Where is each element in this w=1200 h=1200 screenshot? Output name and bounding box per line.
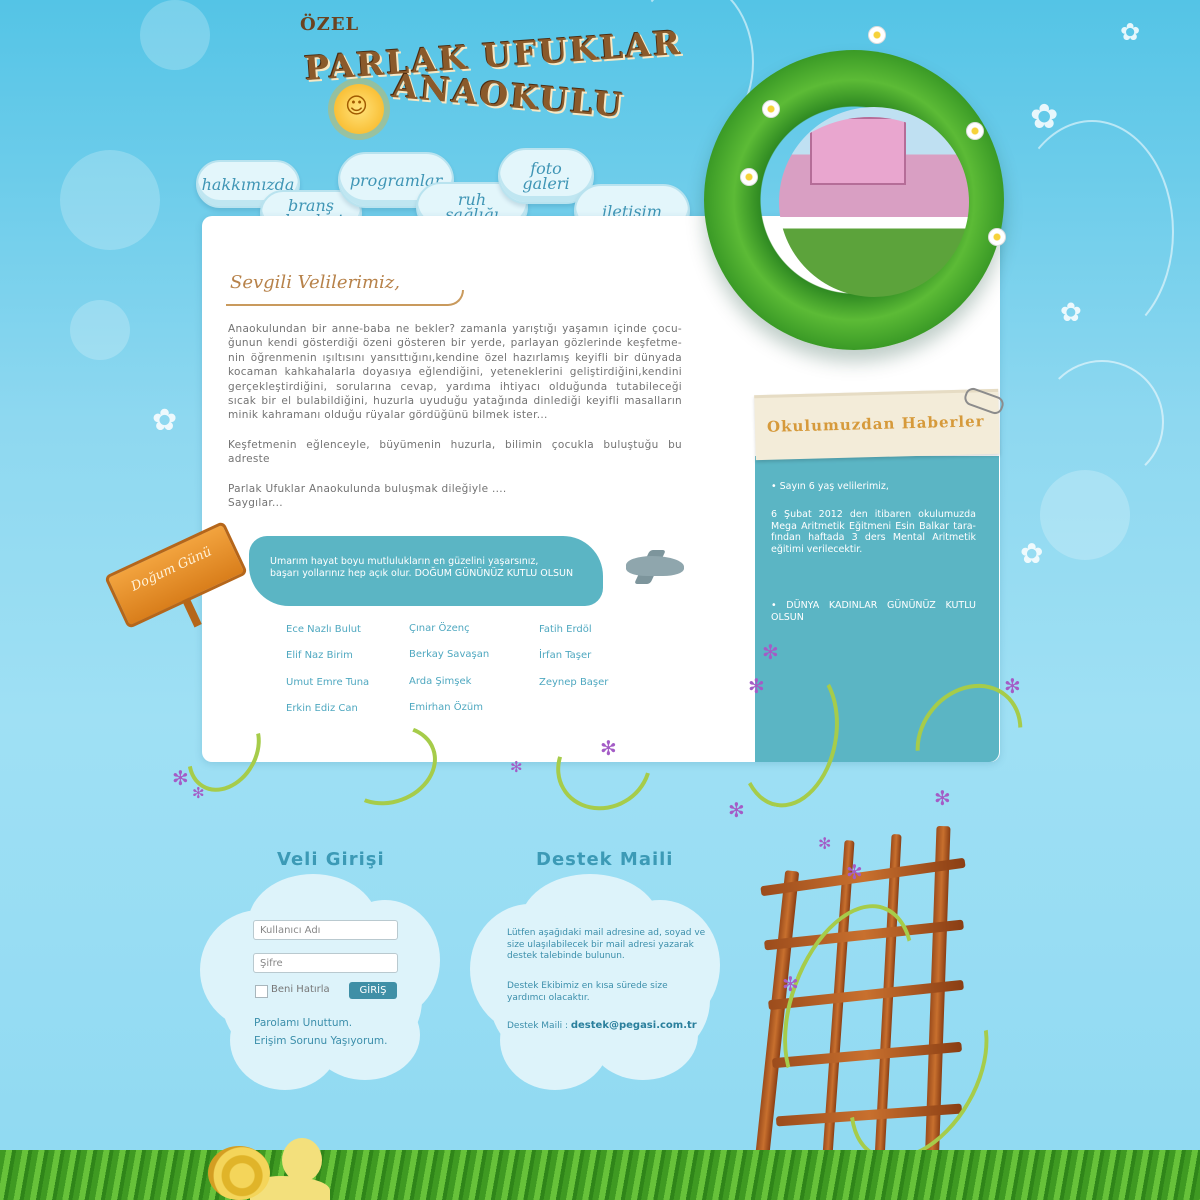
snail-head-icon bbox=[282, 1138, 322, 1182]
logo-prefix: ÖZEL bbox=[300, 14, 360, 35]
purple-flower-icon: ✻ bbox=[818, 834, 832, 853]
swirl-decoration bbox=[1040, 360, 1164, 484]
daisy-icon bbox=[868, 26, 886, 44]
airplane-icon bbox=[626, 556, 684, 576]
grass-decoration bbox=[0, 1150, 1200, 1200]
username-field[interactable]: Kullanıcı Adı bbox=[253, 920, 398, 940]
support-title: Destek Maili bbox=[536, 849, 674, 870]
news-item[interactable]: • DÜNYA KADINLAR GÜNÜNÜZ KUTLU OLSUN bbox=[771, 600, 976, 623]
welcome-paragraph: Saygılar... bbox=[228, 497, 283, 509]
flower-decoration: ✿ bbox=[1060, 298, 1082, 328]
bubble-decoration bbox=[70, 300, 130, 360]
welcome-paragraph: Keşfetmenin eğlenceyle, büyümenin huzurl… bbox=[228, 439, 682, 466]
daisy-icon bbox=[966, 122, 984, 140]
birthday-name[interactable]: Erkin Ediz Can bbox=[286, 703, 358, 714]
daisy-icon bbox=[762, 100, 780, 118]
purple-flower-icon: ✻ bbox=[510, 758, 523, 776]
title-underline bbox=[226, 290, 464, 306]
access-problem-link[interactable]: Erişim Sorunu Yaşıyorum. bbox=[254, 1035, 388, 1047]
support-mail-label: Destek Maili : bbox=[507, 1021, 568, 1031]
login-title: Veli Girişi bbox=[277, 849, 385, 870]
purple-flower-icon: ✻ bbox=[192, 784, 205, 802]
birthday-name[interactable]: Berkay Savaşan bbox=[409, 649, 489, 660]
purple-flower-icon: ✻ bbox=[748, 674, 765, 698]
flower-decoration: ✿ bbox=[1120, 18, 1141, 46]
birthday-name[interactable]: İrfan Taşer bbox=[539, 650, 591, 661]
purple-flower-icon: ✻ bbox=[762, 640, 779, 664]
birthday-name[interactable]: Arda Şimşek bbox=[409, 676, 471, 687]
bubble-decoration bbox=[1040, 470, 1130, 560]
birthday-name[interactable]: Umut Emre Tuna bbox=[286, 677, 369, 688]
news-item[interactable]: • Sayın 6 yaş velilerimiz, bbox=[771, 481, 976, 493]
purple-flower-icon: ✻ bbox=[1004, 674, 1021, 698]
support-text: Destek Ekibimiz en kısa sürede size yard… bbox=[507, 981, 668, 1003]
daisy-icon bbox=[988, 228, 1006, 246]
daisy-icon bbox=[740, 168, 758, 186]
purple-flower-icon: ✻ bbox=[782, 972, 799, 996]
purple-flower-icon: ✻ bbox=[600, 736, 617, 760]
flower-decoration: ✿ bbox=[152, 403, 178, 438]
birthday-name[interactable]: Emirhan Özüm bbox=[409, 702, 483, 713]
support-mail-link[interactable]: destek@pegasi.com.tr bbox=[571, 1020, 697, 1031]
birthday-name[interactable]: Ece Nazlı Bulut bbox=[286, 624, 361, 635]
purple-flower-icon: ✻ bbox=[728, 798, 745, 822]
snail-shell-icon bbox=[208, 1146, 270, 1200]
news-item[interactable]: 6 Şubat 2012 den itibaren okulumuzda Meg… bbox=[771, 509, 976, 555]
logo-line-2: ANAOKULU bbox=[390, 65, 626, 126]
bubble-decoration bbox=[140, 0, 210, 70]
birthday-message-line: başarı yollarınız hep açık olur. DOĞUM G… bbox=[270, 568, 574, 579]
birthday-name[interactable]: Fatih Erdöl bbox=[539, 624, 592, 635]
birthday-name[interactable]: Elif Naz Birim bbox=[286, 650, 353, 661]
purple-flower-icon: ✻ bbox=[846, 860, 863, 884]
forgot-password-link[interactable]: Parolamı Unuttum. bbox=[254, 1017, 352, 1029]
school-building-image bbox=[810, 117, 906, 185]
birthday-message: Umarım hayat boyu mutlulukların en güzel… bbox=[270, 556, 573, 580]
birthday-message-line: Umarım hayat boyu mutlulukların en güzel… bbox=[270, 556, 539, 567]
flower-decoration: ✿ bbox=[1020, 537, 1044, 570]
birthday-name[interactable]: Zeynep Başer bbox=[539, 677, 608, 688]
bubble-decoration bbox=[60, 150, 160, 250]
support-mail-row: Destek Maili : destek@pegasi.com.tr bbox=[507, 1020, 712, 1033]
remember-checkbox[interactable] bbox=[255, 985, 268, 998]
swirl-decoration bbox=[1010, 120, 1174, 344]
purple-flower-icon: ✻ bbox=[934, 786, 951, 810]
login-button[interactable]: GİRİŞ bbox=[349, 982, 397, 999]
welcome-paragraph: Parlak Ufuklar Anaokulunda buluşmak dile… bbox=[228, 483, 507, 495]
support-text: Lütfen aşağıdaki mail adresine ad, soyad… bbox=[507, 928, 706, 961]
password-field[interactable]: Şifre bbox=[253, 953, 398, 973]
smile-icon: ☺ bbox=[345, 94, 368, 119]
welcome-paragraph: Anaokulundan bir anne-baba ne bekler? za… bbox=[228, 323, 682, 422]
birthday-name[interactable]: Çınar Özenç bbox=[409, 623, 470, 634]
purple-flower-icon: ✻ bbox=[172, 766, 189, 790]
flower-decoration: ✿ bbox=[1030, 97, 1059, 137]
remember-label: Beni Hatırla bbox=[271, 984, 330, 995]
